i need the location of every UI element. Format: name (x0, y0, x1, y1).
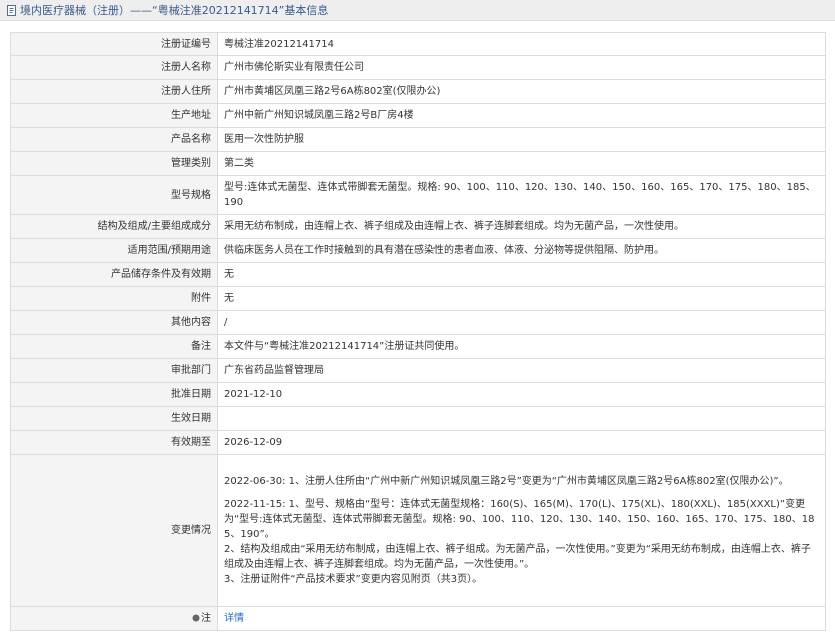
change-entry: 2、结构及组成由“采用无纺布制成，由连帽上衣、裤子组成。为无菌产品，一次性使用。… (224, 544, 811, 570)
field-value: 广州市黄埔区凤凰三路2号6A栋802室(仅限办公) (217, 79, 826, 104)
field-value: / (217, 310, 826, 335)
table-row: 生效日期 (10, 406, 826, 431)
field-label: 其他内容 (10, 310, 218, 335)
table-row-changes: 变更情况 2022-06-30: 1、注册人住所由“广州中新广州知识城凤凰三路2… (10, 454, 826, 607)
field-value: 采用无纺布制成，由连帽上衣、裤子组成及由连帽上衣、裤子连脚套组成。均为无菌产品，… (217, 214, 826, 239)
field-label: 注册人住所 (10, 79, 218, 104)
table-row-note: 注 详情 (10, 606, 826, 631)
field-label: 批准日期 (10, 382, 218, 407)
title-bar: 境内医疗器械（注册）——“粤械注准20212141714”基本信息 (0, 0, 835, 21)
field-value: 供临床医务人员在工作时接触到的具有潜在感染性的患者血液、体液、分泌物等提供阻隔、… (217, 238, 826, 263)
note-label-cell: 注 (10, 606, 218, 631)
details-link[interactable]: 详情 (224, 613, 244, 624)
table-row: 附件 无 (10, 286, 826, 311)
table-row: 注册人名称 广州市佛伦斯实业有限责任公司 (10, 55, 826, 80)
field-value: 医用一次性防护服 (217, 127, 826, 152)
field-label: 注册人名称 (10, 55, 218, 80)
table-row: 备注 本文件与“粤械注准20212141714”注册证共同使用。 (10, 334, 826, 359)
field-value: 本文件与“粤械注准20212141714”注册证共同使用。 (217, 334, 826, 359)
field-value: 无 (217, 286, 826, 311)
field-label: 注册证编号 (10, 32, 218, 56)
field-label: 审批部门 (10, 358, 218, 383)
field-label: 附件 (10, 286, 218, 311)
field-value: 无 (217, 262, 826, 287)
field-label: 有效期至 (10, 430, 218, 455)
page-title: 境内医疗器械（注册）——“粤械注准20212141714”基本信息 (20, 4, 329, 17)
table-row: 注册人住所 广州市黄埔区凤凰三路2号6A栋802室(仅限办公) (10, 79, 826, 104)
table-row: 型号规格 型号:连体式无菌型、连体式带脚套无菌型。规格: 90、100、110、… (10, 175, 826, 215)
field-label: 产品储存条件及有效期 (10, 262, 218, 287)
change-entry: 3、注册证附件“产品技术要求”变更内容见附页（共3页）。 (224, 574, 483, 585)
field-label: 变更情况 (10, 454, 218, 607)
field-label: 产品名称 (10, 127, 218, 152)
field-label: 生产地址 (10, 103, 218, 128)
table-row: 有效期至 2026-12-09 (10, 430, 826, 455)
field-label: 适用范围/预期用途 (10, 238, 218, 263)
change-entry: 2022-11-15: 1、型号、规格由“型号：连体式无菌型规格：160(S)、… (224, 499, 815, 540)
field-value: 粤械注准20212141714 (217, 32, 826, 56)
field-label: 备注 (10, 334, 218, 359)
document-icon (6, 4, 17, 16)
table-row: 其他内容 / (10, 310, 826, 335)
pin-icon (192, 612, 200, 622)
table-row: 产品储存条件及有效期 无 (10, 262, 826, 287)
table-row: 注册证编号 粤械注准20212141714 (10, 32, 826, 56)
field-value: 第二类 (217, 151, 826, 176)
table-row: 产品名称 医用一次性防护服 (10, 127, 826, 152)
table-row: 审批部门 广东省药品监督管理局 (10, 358, 826, 383)
field-label: 生效日期 (10, 406, 218, 431)
field-label: 管理类别 (10, 151, 218, 176)
change-entry: 2022-06-30: 1、注册人住所由“广州中新广州知识城凤凰三路2号”变更为… (224, 476, 789, 487)
field-value: 型号:连体式无菌型、连体式带脚套无菌型。规格: 90、100、110、120、1… (217, 175, 826, 215)
table-row: 适用范围/预期用途 供临床医务人员在工作时接触到的具有潜在感染性的患者血液、体液… (10, 238, 826, 263)
field-label: 结构及组成/主要组成成分 (10, 214, 218, 239)
field-value: 广州市佛伦斯实业有限责任公司 (217, 55, 826, 80)
change-history: 2022-06-30: 1、注册人住所由“广州中新广州知识城凤凰三路2号”变更为… (217, 454, 826, 607)
note-label: 注 (201, 613, 211, 624)
table-row: 生产地址 广州中新广州知识城凤凰三路2号B厂房4楼 (10, 103, 826, 128)
note-value: 详情 (217, 606, 826, 631)
info-table: 注册证编号 粤械注准20212141714 注册人名称 广州市佛伦斯实业有限责任… (10, 32, 826, 631)
field-value: 广州中新广州知识城凤凰三路2号B厂房4楼 (217, 103, 826, 128)
field-value: 2026-12-09 (217, 430, 826, 455)
field-value: 广东省药品监督管理局 (217, 358, 826, 383)
table-row: 管理类别 第二类 (10, 151, 826, 176)
table-row: 结构及组成/主要组成成分 采用无纺布制成，由连帽上衣、裤子组成及由连帽上衣、裤子… (10, 214, 826, 239)
table-row: 批准日期 2021-12-10 (10, 382, 826, 407)
field-label: 型号规格 (10, 175, 218, 215)
field-value (217, 406, 826, 431)
field-value: 2021-12-10 (217, 382, 826, 407)
